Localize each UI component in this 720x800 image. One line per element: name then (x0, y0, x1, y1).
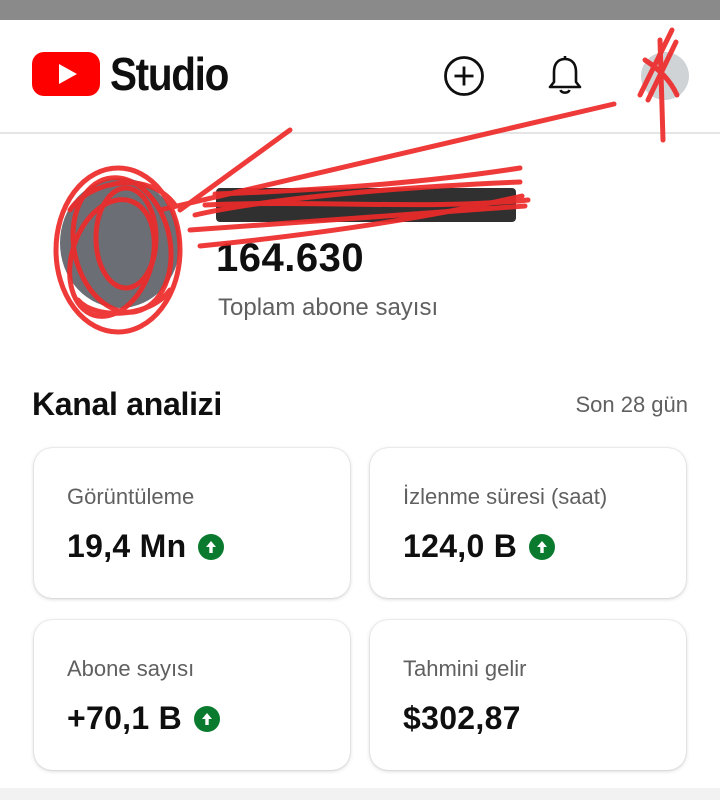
metric-card-revenue[interactable]: Tahmini gelir $302,87 (370, 620, 686, 770)
add-circle-icon (444, 56, 484, 96)
notifications-button[interactable] (543, 54, 587, 98)
studio-logo[interactable]: Studio (32, 50, 244, 98)
app-title: Studio (110, 48, 229, 100)
metric-card-watch-time[interactable]: İzlenme süresi (saat) 124,0 B (370, 448, 686, 598)
youtube-logo-icon (32, 52, 100, 96)
channel-name-redacted (216, 188, 516, 222)
metric-value: 19,4 Mn (67, 528, 187, 564)
metric-value: 124,0 B (403, 528, 518, 564)
app-header: Studio (0, 20, 720, 134)
metric-value-row: $302,87 (403, 700, 521, 737)
analytics-title: Kanal analizi (32, 386, 222, 422)
metric-value-row: 124,0 B (403, 528, 556, 565)
metric-value-row: +70,1 B (67, 700, 221, 737)
bell-icon (548, 56, 582, 94)
metric-value-row: 19,4 Mn (67, 528, 225, 565)
metric-label: Görüntüleme (67, 484, 195, 509)
create-button[interactable] (442, 54, 486, 98)
bottom-divider (0, 788, 720, 800)
status-bar (0, 0, 720, 20)
analytics-period[interactable]: Son 28 gün (575, 392, 688, 418)
subscriber-count: 164.630 (216, 236, 365, 280)
trend-up-icon (194, 705, 221, 732)
trend-up-icon (529, 533, 556, 560)
metric-value: $302,87 (403, 700, 521, 736)
channel-avatar[interactable] (60, 178, 180, 308)
trend-up-icon (198, 533, 225, 560)
channel-summary: 164.630 Toplam abone sayısı (0, 134, 720, 354)
account-avatar[interactable] (641, 52, 689, 100)
subscriber-label: Toplam abone sayısı (218, 294, 439, 321)
metric-label: İzlenme süresi (saat) (403, 484, 608, 509)
metric-value: +70,1 B (67, 700, 183, 736)
metric-label: Abone sayısı (67, 656, 195, 681)
metric-label: Tahmini gelir (403, 656, 527, 681)
metric-card-subscribers[interactable]: Abone sayısı +70,1 B (34, 620, 350, 770)
metric-card-views[interactable]: Görüntüleme 19,4 Mn (34, 448, 350, 598)
